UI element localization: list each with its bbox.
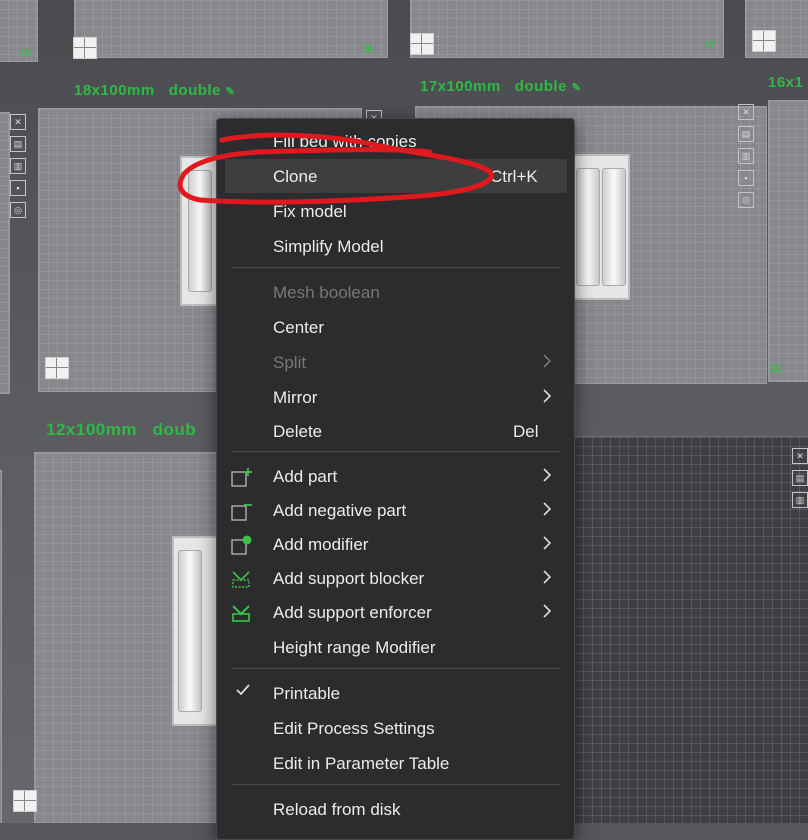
plate-settings-icon[interactable] (45, 357, 69, 379)
plate-label-size: 17x100mm (420, 78, 501, 95)
shortcut-label: Ctrl+K (490, 167, 538, 186)
plate-side-toolbar: ✕ ▤ ▥ ▪ ◎ (738, 104, 756, 214)
lock-icon[interactable]: ▪ (10, 180, 26, 196)
menu-item-reload-from-disk[interactable]: Reload from disk (217, 792, 574, 826)
menu-item-add-part[interactable]: Add part (217, 459, 574, 493)
plate-settings-icon[interactable] (73, 37, 97, 59)
negative-part-icon (231, 504, 252, 521)
orient-icon[interactable]: ▥ (792, 492, 808, 508)
plate-label-size: 12x100mm (46, 420, 137, 439)
plate-label: 18x100mm double ✎ (74, 82, 235, 99)
chevron-right-icon (543, 604, 551, 618)
menu-item-height-range-modifier[interactable]: Height range Modifier (217, 630, 574, 664)
menu-item-simplify-model[interactable]: Simplify Model (217, 229, 574, 263)
arrange-icon[interactable]: ▤ (792, 470, 808, 486)
menu-item-fix-model[interactable]: Fix model (217, 194, 574, 228)
build-plate-15[interactable] (0, 0, 38, 62)
menu-item-edit-process-settings[interactable]: Edit Process Settings (217, 711, 574, 745)
menu-separator (231, 267, 561, 268)
plate-label-mode: doub (152, 420, 197, 439)
plate-number: 23 (770, 364, 782, 375)
model-cavity (188, 170, 212, 292)
plate-label-size: 18x100mm (74, 82, 155, 99)
chevron-right-icon (543, 502, 551, 516)
build-plate-16[interactable] (74, 0, 388, 58)
menu-item-clone[interactable]: Clone Ctrl+K (225, 159, 567, 193)
plate-settings-icon[interactable] (410, 33, 434, 55)
settings-icon[interactable]: ◎ (10, 202, 26, 218)
plate-label: 17x100mm double ✎ (420, 78, 581, 95)
battery-tray-model[interactable] (570, 154, 630, 300)
support-blocker-icon (232, 571, 250, 588)
menu-item-add-modifier[interactable]: Add modifier (217, 527, 574, 561)
modifier-icon (231, 535, 252, 555)
orient-icon[interactable]: ▥ (738, 148, 754, 164)
plate-side-toolbar: ✕ ▤ ▥ ▪ ◎ (10, 114, 28, 224)
build-plate-17[interactable] (410, 0, 724, 58)
plate-label-mode: double (168, 82, 221, 99)
close-icon[interactable]: ✕ (792, 448, 808, 464)
battery-tray-model[interactable] (172, 536, 218, 726)
menu-item-fill-bed[interactable]: Fill bed with copies (217, 124, 574, 158)
menu-item-mirror[interactable]: Mirror (217, 380, 574, 414)
chevron-right-icon (543, 354, 551, 368)
orient-icon[interactable]: ▥ (10, 158, 26, 174)
menu-item-delete[interactable]: Delete Del (217, 414, 574, 448)
arrange-icon[interactable]: ▤ (738, 126, 754, 142)
menu-item-split: Split (217, 345, 574, 379)
checkmark-icon (236, 684, 250, 696)
build-plate[interactable] (0, 112, 10, 394)
menu-item-add-support-blocker[interactable]: Add support blocker (217, 561, 574, 595)
edit-pencil-icon[interactable]: ✎ (572, 82, 582, 94)
menu-item-edit-parameter-table[interactable]: Edit in Parameter Table (217, 746, 574, 780)
model-cavity (576, 168, 600, 286)
menu-separator (231, 668, 561, 669)
plate-label-mode: double (514, 78, 567, 95)
chevron-right-icon (543, 389, 551, 403)
build-plate[interactable] (0, 470, 2, 823)
context-menu: Fill bed with copies Clone Ctrl+K Fix mo… (216, 118, 575, 840)
close-icon[interactable]: ✕ (10, 114, 26, 130)
menu-item-center[interactable]: Center (217, 310, 574, 344)
model-cavity (602, 168, 626, 286)
menu-item-add-negative-part[interactable]: Add negative part (217, 493, 574, 527)
model-cavity (178, 550, 202, 712)
shortcut-label: Del (513, 422, 539, 441)
plate-label-size: 16x1 (768, 74, 804, 91)
edit-pencil-icon[interactable]: ✎ (226, 86, 236, 98)
plate-settings-icon[interactable] (752, 30, 776, 52)
add-part-icon (231, 468, 252, 487)
chevron-right-icon (543, 570, 551, 584)
close-icon[interactable]: ✕ (738, 104, 754, 120)
plate-number: 15 (20, 48, 32, 59)
plate-settings-icon[interactable] (13, 790, 37, 812)
plate-number: 16 (362, 44, 374, 55)
support-enforcer-icon (232, 605, 250, 622)
menu-item-mesh-boolean: Mesh boolean (273, 283, 380, 302)
chevron-right-icon (543, 468, 551, 482)
menu-separator (231, 451, 561, 452)
menu-separator (231, 784, 561, 785)
menu-item-add-support-enforcer[interactable]: Add support enforcer (217, 595, 574, 629)
chevron-right-icon (543, 536, 551, 550)
plate-label: 12x100mm doub (46, 420, 196, 440)
settings-icon[interactable]: ◎ (738, 192, 754, 208)
plate-side-toolbar: ✕ ▤ ▥ (792, 448, 808, 514)
build-plate[interactable] (768, 100, 808, 382)
menu-item-printable[interactable]: Printable (217, 676, 574, 710)
plate-number: 17 (704, 40, 716, 51)
lock-icon[interactable]: ▪ (738, 170, 754, 186)
plate-label: 16x1 (768, 74, 803, 91)
arrange-icon[interactable]: ▤ (10, 136, 26, 152)
